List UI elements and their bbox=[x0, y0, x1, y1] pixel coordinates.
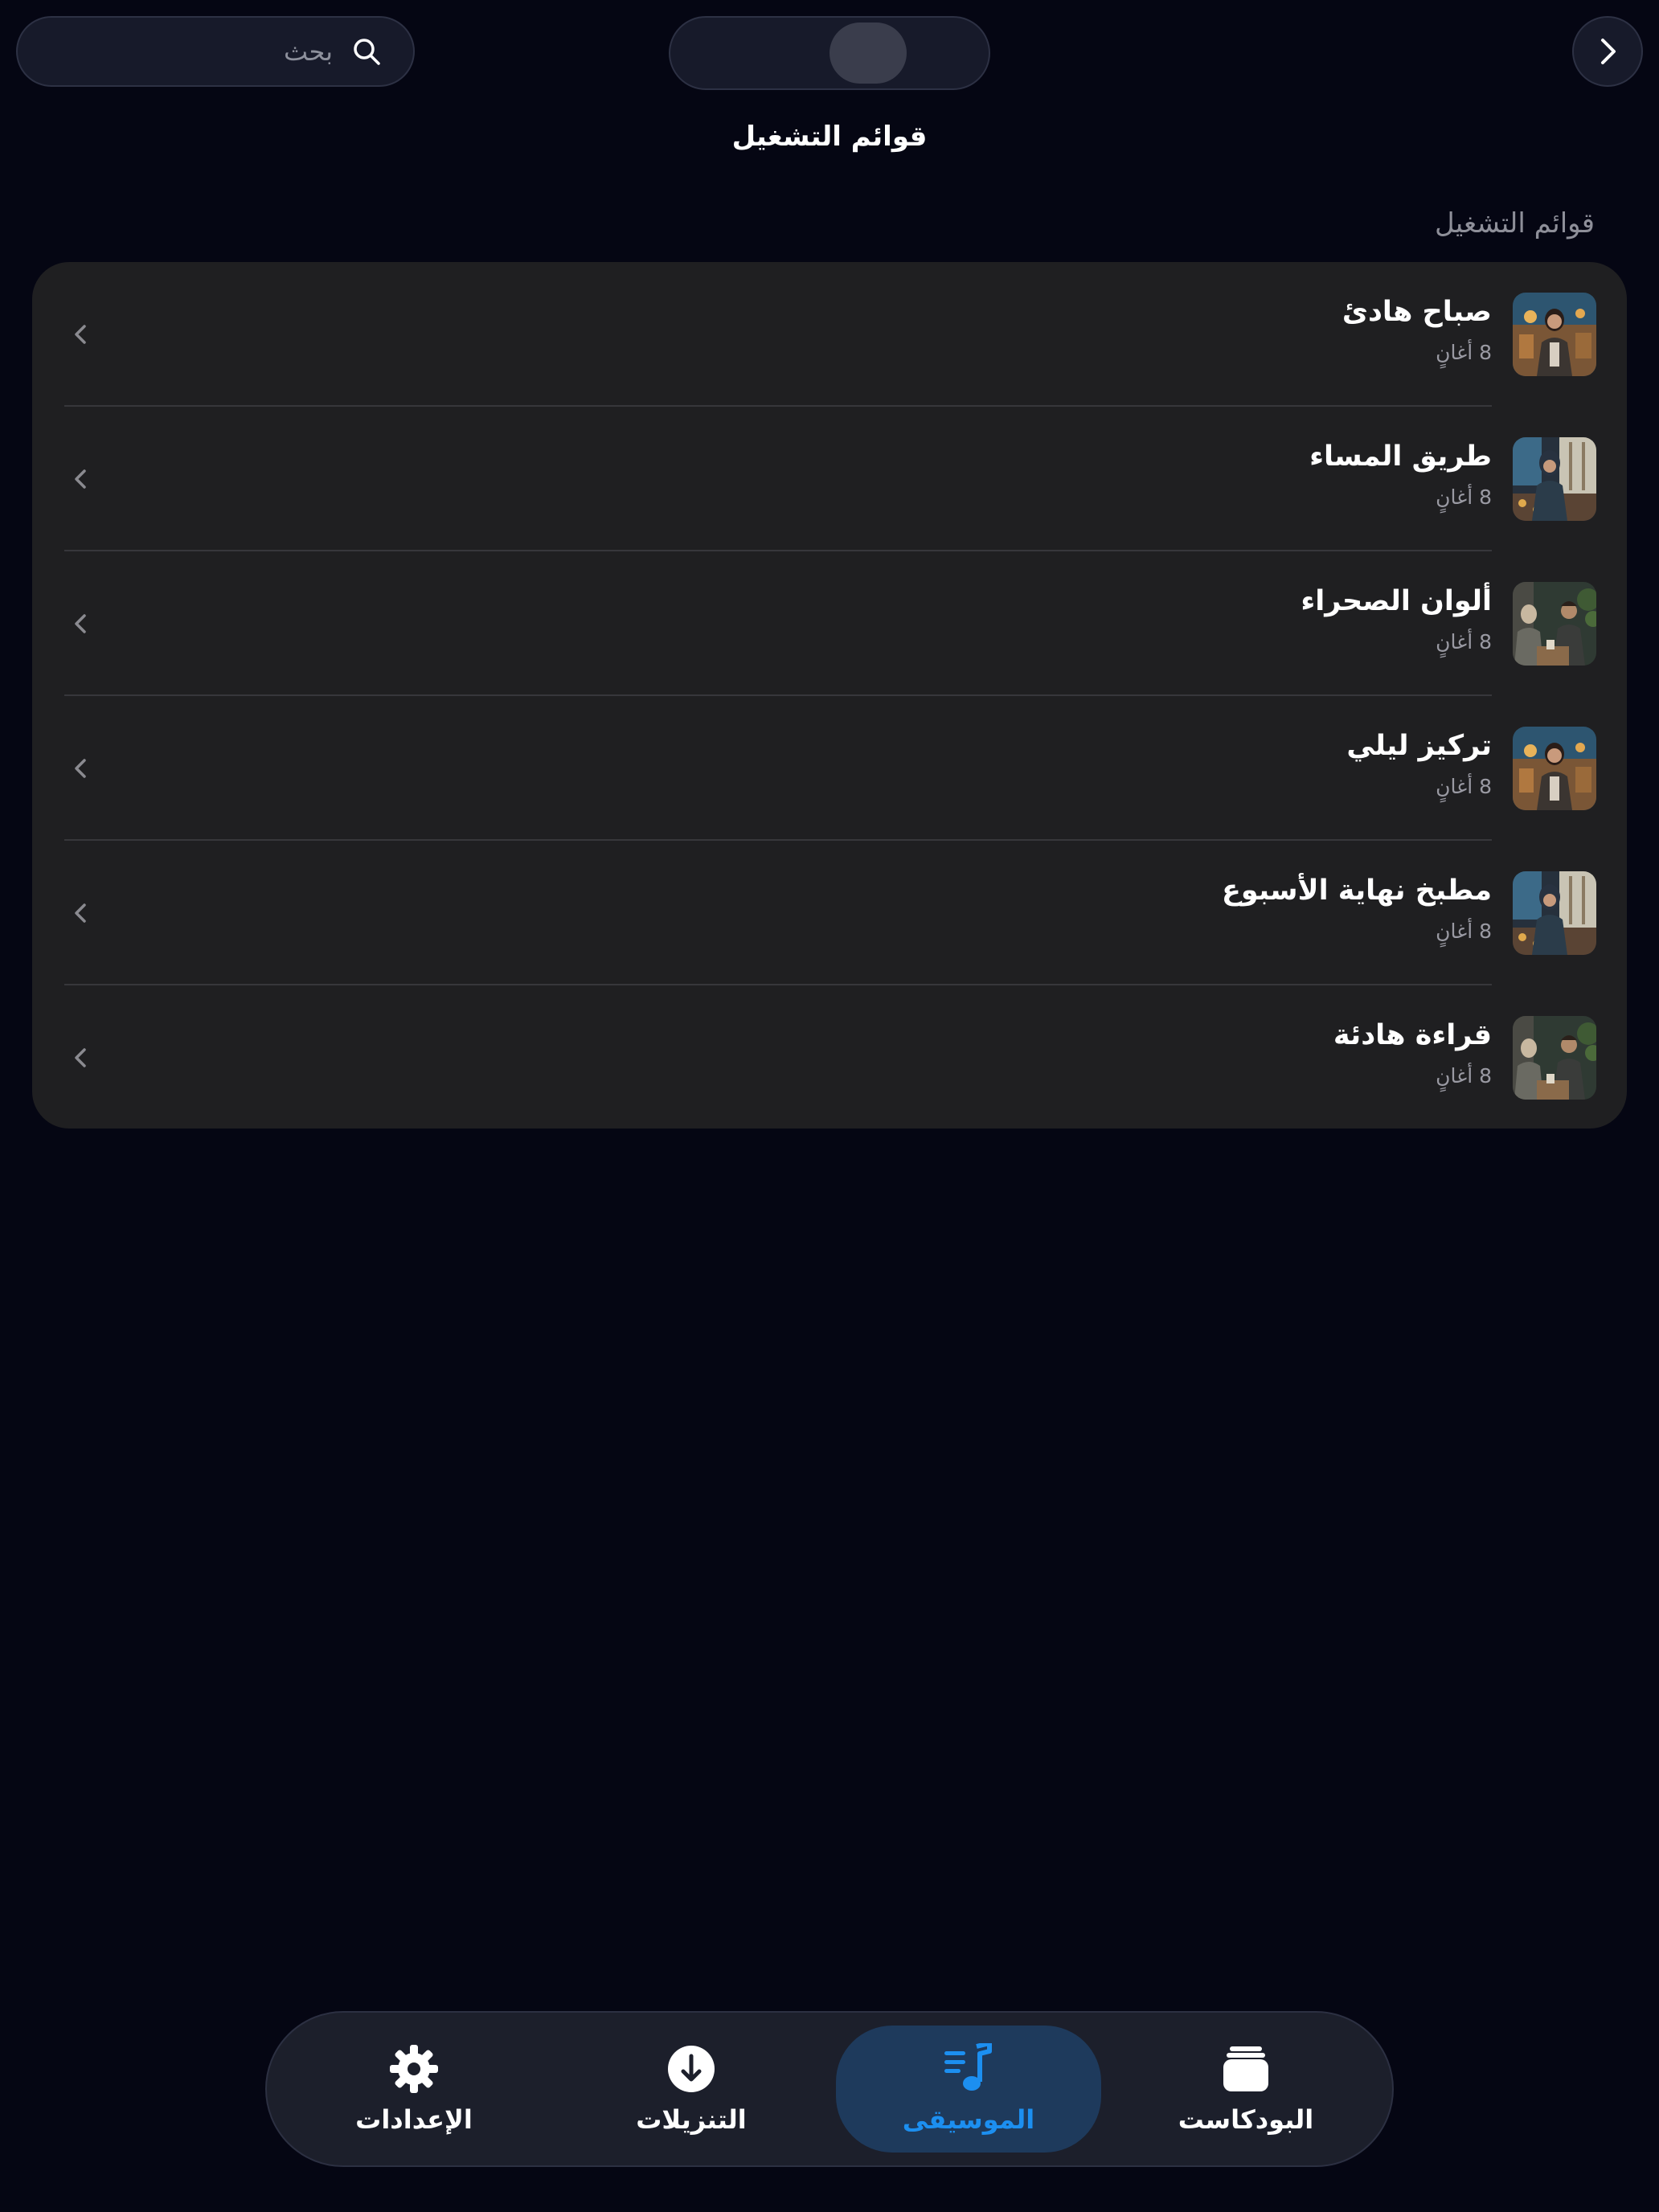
gear-icon bbox=[390, 2045, 438, 2093]
playlist-row[interactable]: قراءة هادئة 8 أغانٍ bbox=[32, 985, 1627, 1129]
bottom-tab-bar: البودكاست الموسيقى التنزيلات الإعدادات bbox=[265, 2011, 1394, 2167]
playlist-list: صباح هادئ 8 أغانٍ طريق المساء 8 أغانٍ أل… bbox=[32, 262, 1627, 1129]
playlist-song-count: 8 أغانٍ bbox=[1436, 1064, 1492, 1088]
section-header: قوائم التشغيل bbox=[1435, 207, 1595, 240]
playlist-title: طريق المساء bbox=[1309, 440, 1492, 473]
playlist-row[interactable]: صباح هادئ 8 أغانٍ bbox=[32, 262, 1627, 407]
tab-label: التنزيلات bbox=[636, 2104, 747, 2135]
search-field[interactable]: بحث bbox=[16, 16, 415, 87]
tab-label: الموسيقى bbox=[902, 2104, 1035, 2135]
podcast-stack-icon bbox=[1223, 2046, 1268, 2091]
chevron-left-icon bbox=[75, 325, 86, 344]
playlist-row[interactable]: ألوان الصحراء 8 أغانٍ bbox=[32, 551, 1627, 696]
tab-music[interactable]: الموسيقى bbox=[836, 2026, 1101, 2153]
download-icon bbox=[668, 2046, 715, 2092]
playlist-row[interactable]: تركيز ليلي 8 أغانٍ bbox=[32, 696, 1627, 841]
playlist-cover bbox=[1513, 1016, 1596, 1100]
tab-downloads[interactable]: التنزيلات bbox=[559, 2026, 824, 2153]
playlist-title: تركيز ليلي bbox=[1346, 730, 1492, 762]
playlist-cover bbox=[1513, 293, 1596, 376]
chevron-left-icon bbox=[75, 903, 86, 923]
playlist-title: قراءة هادئة bbox=[1333, 1019, 1492, 1051]
playlist-cover bbox=[1513, 727, 1596, 810]
playlist-cover bbox=[1513, 871, 1596, 955]
playlist-row[interactable]: مطبخ نهاية الأسبوع 8 أغانٍ bbox=[32, 841, 1627, 985]
chevron-left-icon bbox=[75, 1048, 86, 1067]
playlist-song-count: 8 أغانٍ bbox=[1436, 775, 1492, 798]
app-screen: بحث قوائم التشغيل قوائم التشغيل صباح هاد… bbox=[0, 0, 1659, 2212]
playlist-song-count: 8 أغانٍ bbox=[1436, 630, 1492, 653]
playlist-cover bbox=[1513, 582, 1596, 666]
playlist-song-count: 8 أغانٍ bbox=[1436, 341, 1492, 364]
search-icon bbox=[354, 39, 380, 65]
chevron-left-icon bbox=[75, 614, 86, 633]
search-placeholder: بحث bbox=[284, 36, 333, 67]
view-toggle[interactable] bbox=[669, 16, 990, 90]
playlist-title: ألوان الصحراء bbox=[1301, 585, 1492, 617]
chevron-left-icon bbox=[75, 759, 86, 778]
playlist-title: صباح هادئ bbox=[1342, 296, 1492, 328]
back-button[interactable] bbox=[1572, 16, 1643, 87]
playlist-song-count: 8 أغانٍ bbox=[1436, 485, 1492, 509]
tab-label: الإعدادات bbox=[355, 2104, 473, 2135]
playlist-cover bbox=[1513, 437, 1596, 521]
tab-label: البودكاست bbox=[1178, 2104, 1314, 2135]
playlist-row[interactable]: طريق المساء 8 أغانٍ bbox=[32, 407, 1627, 551]
tab-settings[interactable]: الإعدادات bbox=[281, 2026, 547, 2153]
playlist-song-count: 8 أغانٍ bbox=[1436, 920, 1492, 943]
tab-podcast[interactable]: البودكاست bbox=[1113, 2026, 1378, 2153]
chevron-left-icon bbox=[75, 469, 86, 489]
chevron-right-icon bbox=[1601, 39, 1616, 64]
playlist-title: مطبخ نهاية الأسبوع bbox=[1221, 875, 1492, 907]
page-title: قوائم التشغيل bbox=[731, 121, 928, 153]
toggle-knob[interactable] bbox=[830, 23, 907, 84]
music-note-icon bbox=[944, 2043, 992, 2091]
